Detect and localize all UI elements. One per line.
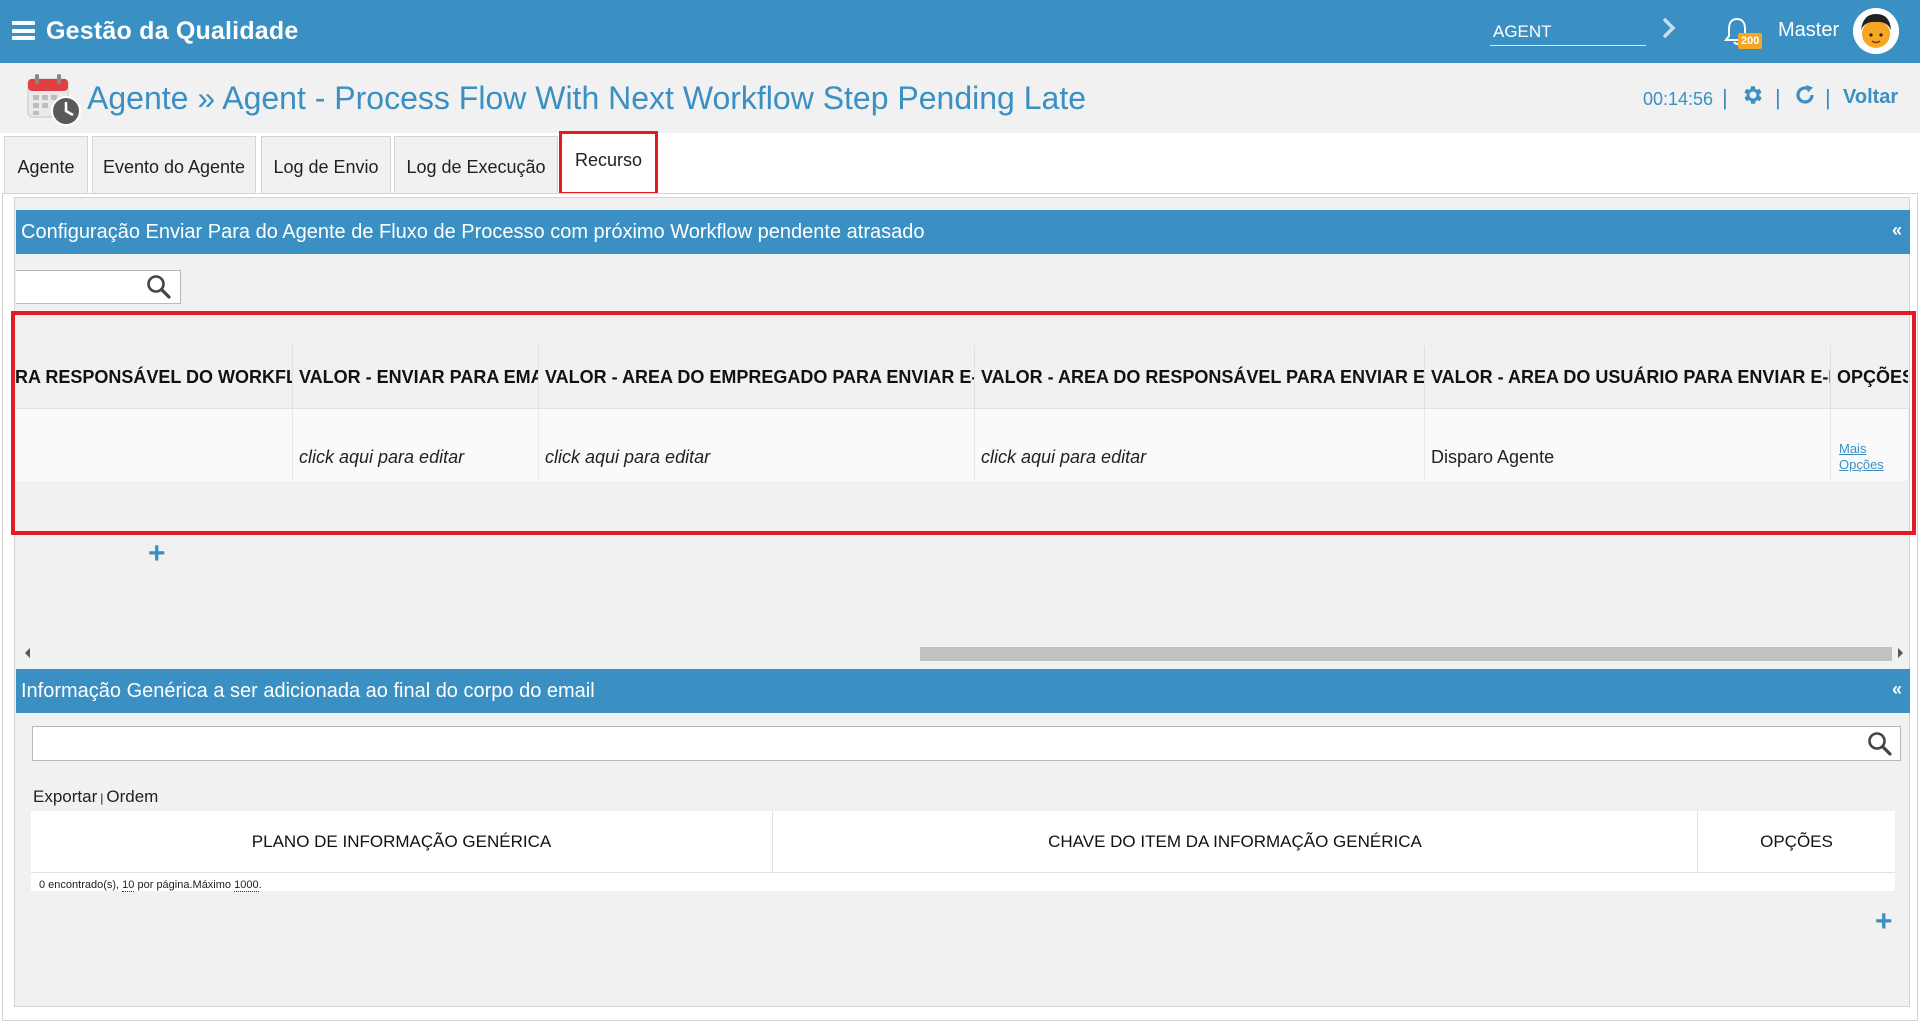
collapse-button[interactable]: « bbox=[1892, 220, 1902, 241]
column-header[interactable]: VALOR - AREA DO USUÁRIO PARA ENVIAR E-MA… bbox=[1425, 346, 1831, 408]
max-results-selector[interactable]: 1000 bbox=[234, 879, 259, 892]
session-timer: 00:14:56 bbox=[1643, 89, 1714, 109]
more-options-line: Opções bbox=[1839, 457, 1884, 472]
column-header[interactable]: RA RESPONSÁVEL DO WORKFLOW bbox=[15, 346, 293, 408]
result-count: 0 encontrado(s), bbox=[39, 879, 120, 891]
notification-badge: 200 bbox=[1738, 33, 1763, 49]
pagination-info: 0 encontrado(s), 10 por página.Máximo 10… bbox=[39, 879, 262, 892]
column-header[interactable]: VALOR - AREA DO EMPREGADO PARA ENVIAR E-… bbox=[539, 346, 975, 408]
horizontal-scrollbar[interactable] bbox=[16, 644, 1909, 662]
search-icon[interactable] bbox=[146, 274, 172, 300]
editable-cell[interactable]: click aqui para editar bbox=[975, 408, 1425, 481]
page-header: Agente » Agent - Process Flow With Next … bbox=[0, 63, 1920, 133]
export-link[interactable]: Exportar bbox=[33, 787, 97, 806]
column-header[interactable]: VALOR - ENVIAR PARA EMAIL bbox=[293, 346, 539, 408]
column-header[interactable]: CHAVE DO ITEM DA INFORMAÇÃO GENÉRICA bbox=[773, 811, 1698, 873]
separator: | bbox=[1775, 85, 1781, 110]
collapse-button[interactable]: « bbox=[1892, 679, 1902, 700]
editable-cell[interactable]: click aqui para editar bbox=[539, 408, 975, 481]
editable-cell[interactable]: click aqui para editar bbox=[293, 408, 539, 481]
separator: | bbox=[1825, 85, 1831, 110]
per-page-label: por página.Máximo bbox=[137, 879, 232, 891]
calendar-clock-icon bbox=[27, 74, 81, 126]
table-cell bbox=[15, 408, 293, 481]
module-search-input[interactable] bbox=[1490, 14, 1646, 46]
user-name[interactable]: Master bbox=[1778, 19, 1839, 42]
tab-log-de-envio[interactable]: Log de Envio bbox=[261, 136, 391, 194]
chevron-right-icon[interactable] bbox=[1660, 15, 1678, 41]
tab-evento-do-agente[interactable]: Evento do Agente bbox=[92, 136, 256, 194]
top-bar: Gestão da Qualidade 200 Master bbox=[0, 0, 1920, 63]
scroll-right-arrow[interactable] bbox=[1898, 648, 1903, 658]
main-content: Configuração Enviar Para do Agente de Fl… bbox=[2, 193, 1918, 1021]
table-actions: Exportar | Ordem bbox=[33, 787, 158, 807]
search-box bbox=[16, 270, 181, 304]
search-icon[interactable] bbox=[1867, 731, 1893, 757]
more-options-line: Mais bbox=[1839, 441, 1867, 456]
column-header[interactable]: OPÇÕES bbox=[1831, 346, 1908, 408]
per-page-selector[interactable]: 10 bbox=[122, 879, 135, 892]
pager-end: . bbox=[258, 879, 262, 891]
tab-bar: Agente Evento do Agente Log de Envio Log… bbox=[0, 131, 1920, 195]
page-title: Agente » Agent - Process Flow With Next … bbox=[87, 80, 1087, 116]
user-avatar-icon bbox=[1853, 8, 1899, 54]
column-header[interactable]: OPÇÕES bbox=[1698, 811, 1895, 873]
gear-icon[interactable] bbox=[1741, 83, 1765, 107]
tab-agente[interactable]: Agente bbox=[4, 136, 88, 194]
more-options-link[interactable]: Mais Opções bbox=[1839, 441, 1884, 473]
avatar[interactable] bbox=[1853, 8, 1899, 54]
column-header[interactable]: VALOR - AREA DO RESPONSÁVEL PARA ENVIAR … bbox=[975, 346, 1425, 408]
section-header-generic-info: Informação Genérica a ser adicionada ao … bbox=[16, 669, 1910, 713]
tab-log-de-execucao[interactable]: Log de Execução bbox=[394, 136, 558, 194]
tab-recurso[interactable]: Recurso bbox=[559, 131, 658, 195]
add-row-button[interactable]: + bbox=[148, 539, 166, 569]
options-cell: Mais Opções bbox=[1831, 408, 1908, 481]
app-title: Gestão da Qualidade bbox=[46, 17, 299, 45]
scroll-left-arrow[interactable] bbox=[25, 648, 30, 658]
scrollbar-thumb[interactable] bbox=[920, 647, 1892, 661]
refresh-icon[interactable] bbox=[1793, 83, 1817, 107]
search-input[interactable] bbox=[16, 271, 142, 303]
table-cell[interactable]: Disparo Agente bbox=[1425, 408, 1831, 481]
search-input[interactable] bbox=[33, 727, 1858, 760]
add-generic-info-button[interactable]: + bbox=[1875, 907, 1893, 937]
config-grid: RA RESPONSÁVEL DO WORKFLOW VALOR - ENVIA… bbox=[15, 346, 1908, 481]
content-panel: Configuração Enviar Para do Agente de Fl… bbox=[14, 197, 1910, 1007]
separator: | bbox=[1722, 85, 1728, 110]
column-header[interactable]: PLANO DE INFORMAÇÃO GENÉRICA bbox=[31, 811, 773, 873]
back-link[interactable]: Voltar bbox=[1843, 86, 1898, 109]
link-separator: | bbox=[100, 791, 104, 805]
section-title: Configuração Enviar Para do Agente de Fl… bbox=[21, 221, 925, 243]
generic-info-table: PLANO DE INFORMAÇÃO GENÉRICA CHAVE DO IT… bbox=[31, 811, 1895, 892]
section-title: Informação Genérica a ser adicionada ao … bbox=[21, 680, 595, 702]
menu-icon[interactable] bbox=[12, 21, 35, 40]
section-header-config: Configuração Enviar Para do Agente de Fl… bbox=[16, 210, 1910, 254]
order-link[interactable]: Ordem bbox=[106, 787, 158, 806]
search-box bbox=[32, 726, 1901, 761]
